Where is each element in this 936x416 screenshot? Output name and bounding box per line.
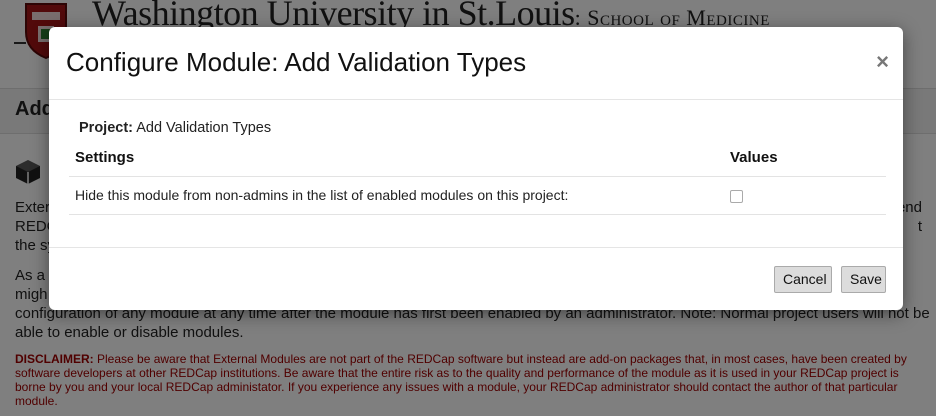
setting-label: Hide this module from non-admins in the … <box>69 176 724 215</box>
cancel-button[interactable]: Cancel <box>774 266 832 293</box>
table-header-row: Settings Values <box>69 140 886 177</box>
dialog-body: Project: Add Validation Types Settings V… <box>49 100 903 247</box>
project-label: Project: <box>79 120 133 136</box>
project-value: Add Validation Types <box>133 120 272 136</box>
setting-value-cell <box>724 176 886 215</box>
configure-module-dialog: Configure Module: Add Validation Types ×… <box>49 27 903 310</box>
settings-table: Settings Values Hide this module from no… <box>69 140 886 215</box>
hide-module-checkbox[interactable] <box>730 189 743 203</box>
table-row: Hide this module from non-admins in the … <box>69 176 886 215</box>
dialog-footer: Cancel Save <box>49 247 903 310</box>
settings-column-header: Settings <box>69 140 724 177</box>
values-column-header: Values <box>724 140 886 177</box>
close-icon[interactable]: × <box>876 49 889 75</box>
project-line: Project: Add Validation Types <box>79 120 271 136</box>
save-button[interactable]: Save <box>841 266 886 293</box>
dialog-header: Configure Module: Add Validation Types × <box>49 27 903 100</box>
dialog-title: Configure Module: Add Validation Types <box>66 47 527 77</box>
